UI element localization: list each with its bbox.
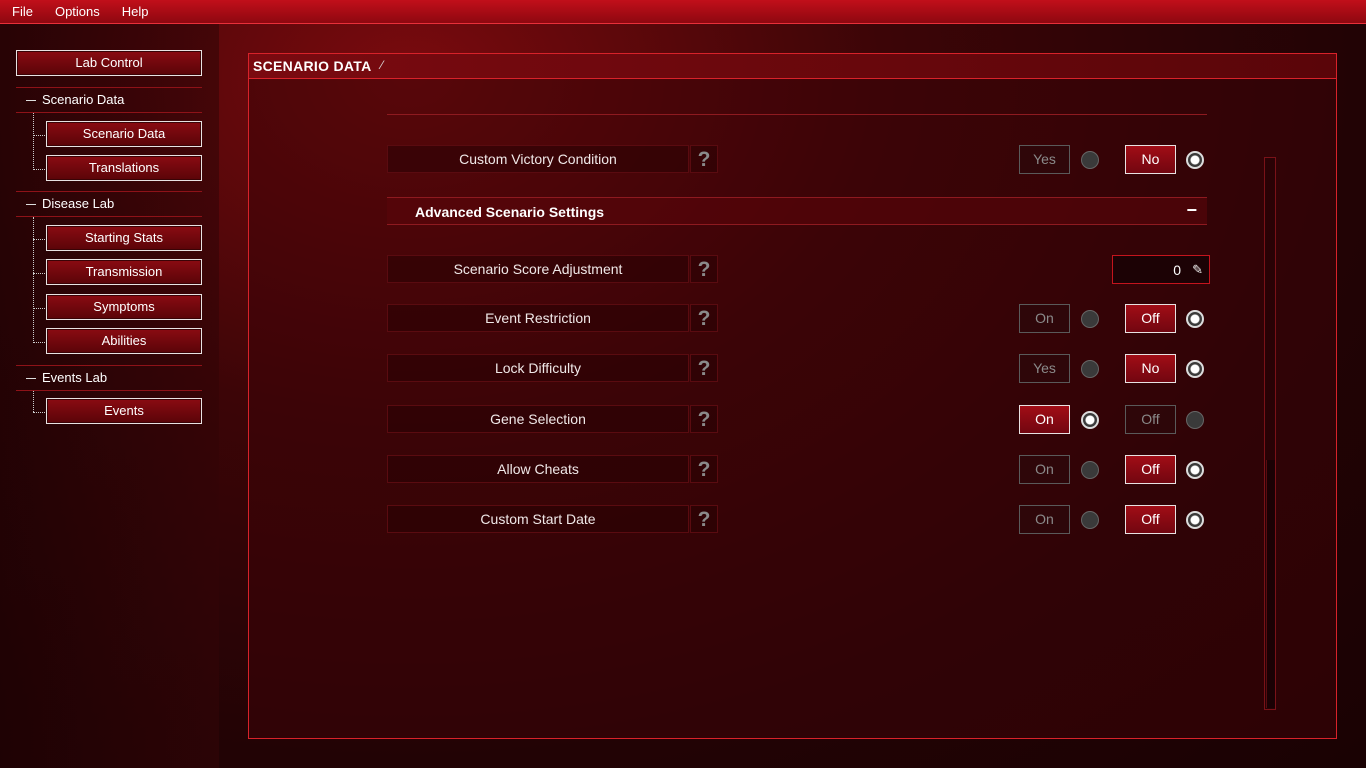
scenario-data-panel: SCENARIO DATA ⁄ Custom Victory Condition…	[248, 53, 1337, 739]
gene-selection-off-radio[interactable]	[1186, 411, 1204, 429]
tree-connector	[33, 135, 45, 136]
advanced-settings-title: Advanced Scenario Settings	[415, 204, 605, 220]
custom-start-date-off-button[interactable]: Off	[1125, 505, 1176, 534]
scrollbar-thumb[interactable]	[1266, 460, 1275, 708]
label-scenario-score-adjustment: Scenario Score Adjustment	[387, 255, 689, 283]
section-title: Events Lab	[42, 370, 108, 385]
advanced-settings-header[interactable]: Advanced Scenario Settings −	[387, 197, 1207, 225]
tree-connector	[33, 391, 34, 412]
title-decoration: ⁄	[381, 58, 384, 72]
menu-options[interactable]: Options	[44, 4, 111, 19]
collapse-icon	[26, 100, 36, 102]
tree-connector	[33, 412, 45, 413]
lock-difficulty-yes-button[interactable]: Yes	[1019, 354, 1070, 383]
tree-connector	[33, 113, 34, 170]
sidebar-item-events[interactable]: Events	[46, 398, 202, 424]
custom-victory-yes-button[interactable]: Yes	[1019, 145, 1070, 174]
label-custom-victory-condition: Custom Victory Condition	[387, 145, 689, 173]
label-event-restriction: Event Restriction	[387, 304, 689, 332]
custom-victory-no-radio[interactable]	[1186, 151, 1204, 169]
menu-help[interactable]: Help	[111, 4, 160, 19]
custom-start-date-on-button[interactable]: On	[1019, 505, 1070, 534]
label-custom-start-date: Custom Start Date	[387, 505, 689, 533]
allow-cheats-on-radio[interactable]	[1081, 461, 1099, 479]
event-restriction-off-button[interactable]: Off	[1125, 304, 1176, 333]
help-icon[interactable]: ?	[690, 304, 718, 332]
section-events-lab[interactable]: Events Lab	[16, 365, 202, 391]
custom-victory-no-button[interactable]: No	[1125, 145, 1176, 174]
sidebar-item-scenario-data[interactable]: Scenario Data	[46, 121, 202, 147]
section-title: Disease Lab	[42, 196, 115, 211]
help-icon[interactable]: ?	[690, 354, 718, 382]
event-restriction-off-radio[interactable]	[1186, 310, 1204, 328]
section-title: Scenario Data	[42, 92, 125, 107]
label-lock-difficulty: Lock Difficulty	[387, 354, 689, 382]
panel-header: SCENARIO DATA ⁄	[249, 54, 1336, 79]
tree-connector	[33, 239, 45, 240]
panel-title: SCENARIO DATA	[253, 58, 372, 74]
tree-connector	[33, 308, 45, 309]
lock-difficulty-no-radio[interactable]	[1186, 360, 1204, 378]
help-icon[interactable]: ?	[690, 405, 718, 433]
collapse-icon	[26, 378, 36, 380]
tree-connector	[33, 169, 45, 170]
help-icon[interactable]: ?	[690, 455, 718, 483]
menu-bar: File Options Help	[0, 0, 1366, 24]
help-icon[interactable]: ?	[690, 255, 718, 283]
sidebar-item-abilities[interactable]: Abilities	[46, 328, 202, 354]
help-icon[interactable]: ?	[690, 145, 718, 173]
custom-victory-yes-radio[interactable]	[1081, 151, 1099, 169]
pencil-icon[interactable]: ✎	[1192, 262, 1203, 278]
collapse-icon[interactable]: −	[1186, 200, 1197, 221]
custom-start-date-on-radio[interactable]	[1081, 511, 1099, 529]
custom-start-date-off-radio[interactable]	[1186, 511, 1204, 529]
event-restriction-on-radio[interactable]	[1081, 310, 1099, 328]
help-icon[interactable]: ?	[690, 505, 718, 533]
allow-cheats-off-button[interactable]: Off	[1125, 455, 1176, 484]
menu-file[interactable]: File	[0, 4, 44, 19]
scrollbar[interactable]	[1264, 157, 1276, 710]
gene-selection-on-radio[interactable]	[1081, 411, 1099, 429]
collapse-icon	[26, 204, 36, 206]
lab-control-button[interactable]: Lab Control	[16, 50, 202, 76]
event-restriction-on-button[interactable]: On	[1019, 304, 1070, 333]
sidebar-item-translations[interactable]: Translations	[46, 155, 202, 181]
sidebar-item-starting-stats[interactable]: Starting Stats	[46, 225, 202, 251]
sidebar-item-symptoms[interactable]: Symptoms	[46, 294, 202, 320]
section-disease-lab[interactable]: Disease Lab	[16, 191, 202, 217]
score-adjustment-value: 0	[1173, 262, 1181, 278]
label-gene-selection: Gene Selection	[387, 405, 689, 433]
section-divider	[387, 114, 1207, 115]
sidebar-item-transmission[interactable]: Transmission	[46, 259, 202, 285]
allow-cheats-on-button[interactable]: On	[1019, 455, 1070, 484]
section-scenario-data[interactable]: Scenario Data	[16, 87, 202, 113]
lock-difficulty-no-button[interactable]: No	[1125, 354, 1176, 383]
gene-selection-on-button[interactable]: On	[1019, 405, 1070, 434]
lock-difficulty-yes-radio[interactable]	[1081, 360, 1099, 378]
tree-connector	[33, 217, 34, 343]
allow-cheats-off-radio[interactable]	[1186, 461, 1204, 479]
score-adjustment-input[interactable]: 0 ✎	[1112, 255, 1210, 284]
gene-selection-off-button[interactable]: Off	[1125, 405, 1176, 434]
tree-connector	[33, 342, 45, 343]
label-allow-cheats: Allow Cheats	[387, 455, 689, 483]
tree-connector	[33, 273, 45, 274]
